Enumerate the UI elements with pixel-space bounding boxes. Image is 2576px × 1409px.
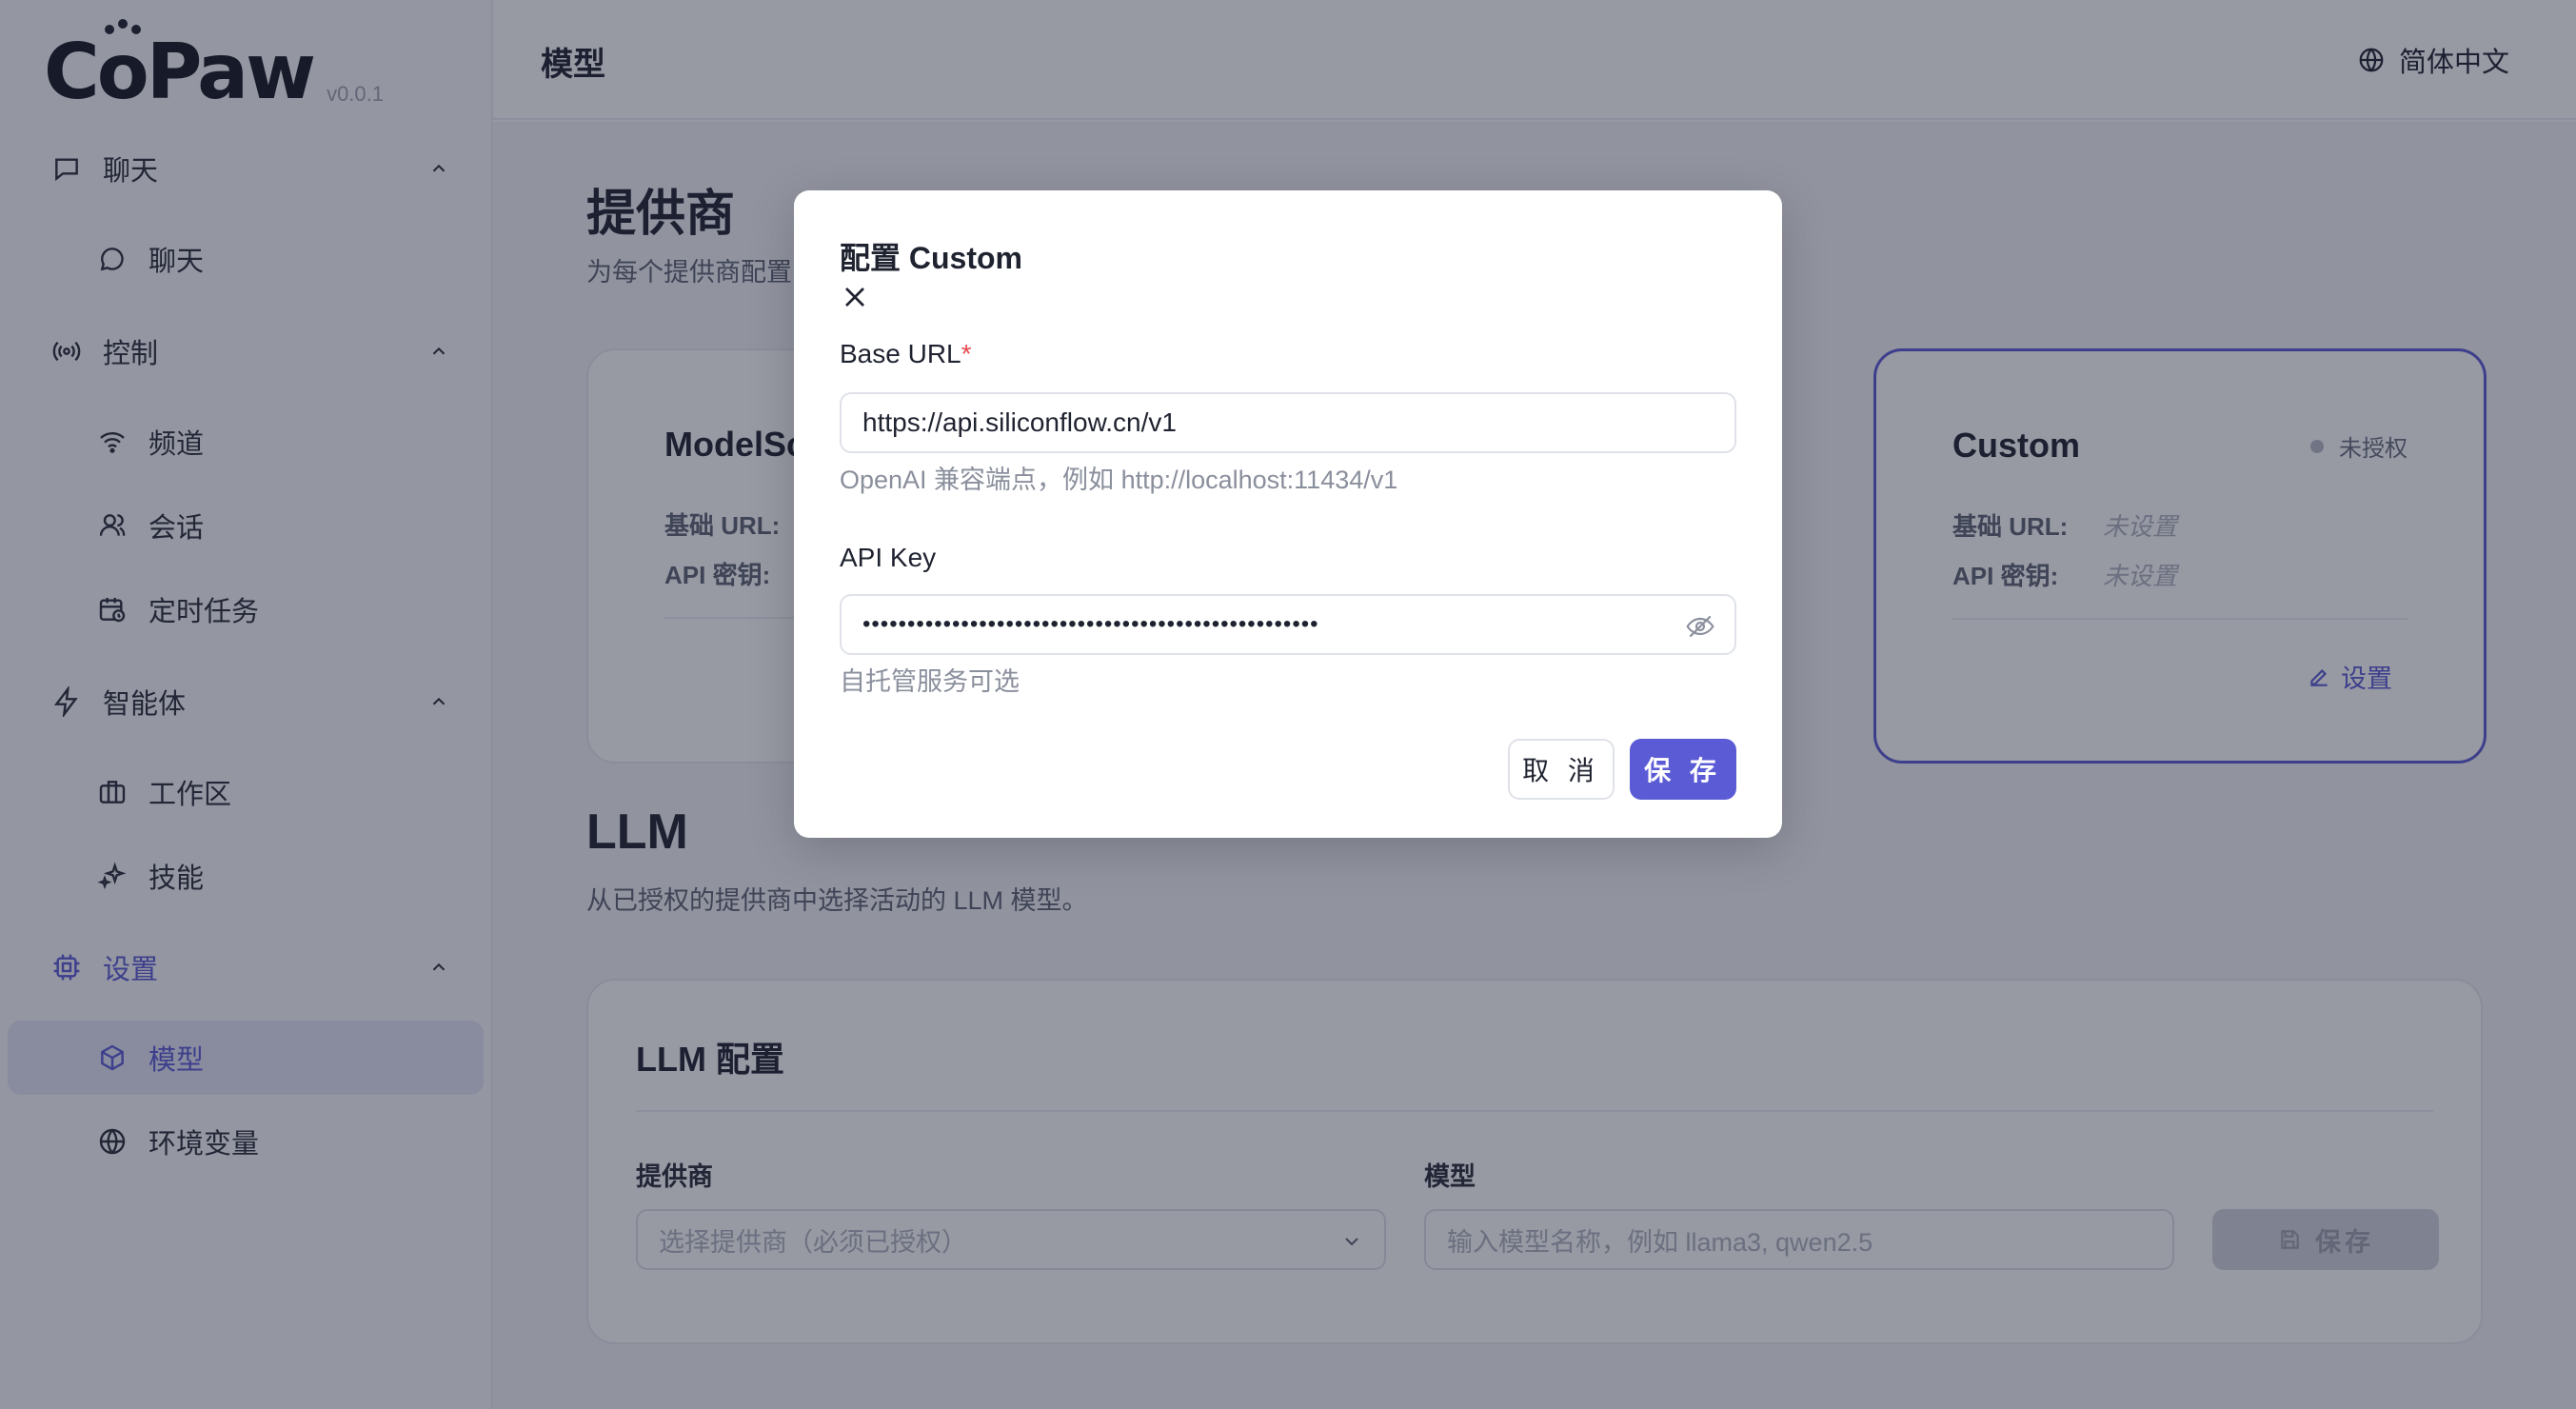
configure-custom-dialog: 配置 Custom Base URL* https://api.siliconf… xyxy=(794,190,1782,838)
app-window: CoPaw v0.0.1 聊天 聊天 控制 频道 会话 定时任务 智能体 工作区… xyxy=(0,0,2576,1409)
base-url-field-label: Base URL* xyxy=(840,339,972,368)
base-url-value: https://api.siliconflow.cn/v1 xyxy=(862,407,1177,437)
base-url-hint: OpenAI 兼容端点，例如 http://localhost:11434/v1 xyxy=(840,466,1398,494)
dialog-title: 配置 Custom xyxy=(840,241,1023,275)
api-key-value: ••••••••••••••••••••••••••••••••••••••••… xyxy=(862,611,1319,637)
close-icon[interactable] xyxy=(838,280,872,314)
eye-off-icon[interactable] xyxy=(1685,611,1715,642)
required-mark: * xyxy=(961,339,972,368)
api-key-field-label: API Key xyxy=(840,543,937,572)
cancel-button[interactable]: 取 消 xyxy=(1508,739,1615,800)
api-key-input[interactable]: ••••••••••••••••••••••••••••••••••••••••… xyxy=(840,594,1736,655)
api-key-hint: 自托管服务可选 xyxy=(840,667,1020,696)
base-url-input[interactable]: https://api.siliconflow.cn/v1 xyxy=(840,392,1736,453)
save-button[interactable]: 保 存 xyxy=(1630,739,1736,800)
